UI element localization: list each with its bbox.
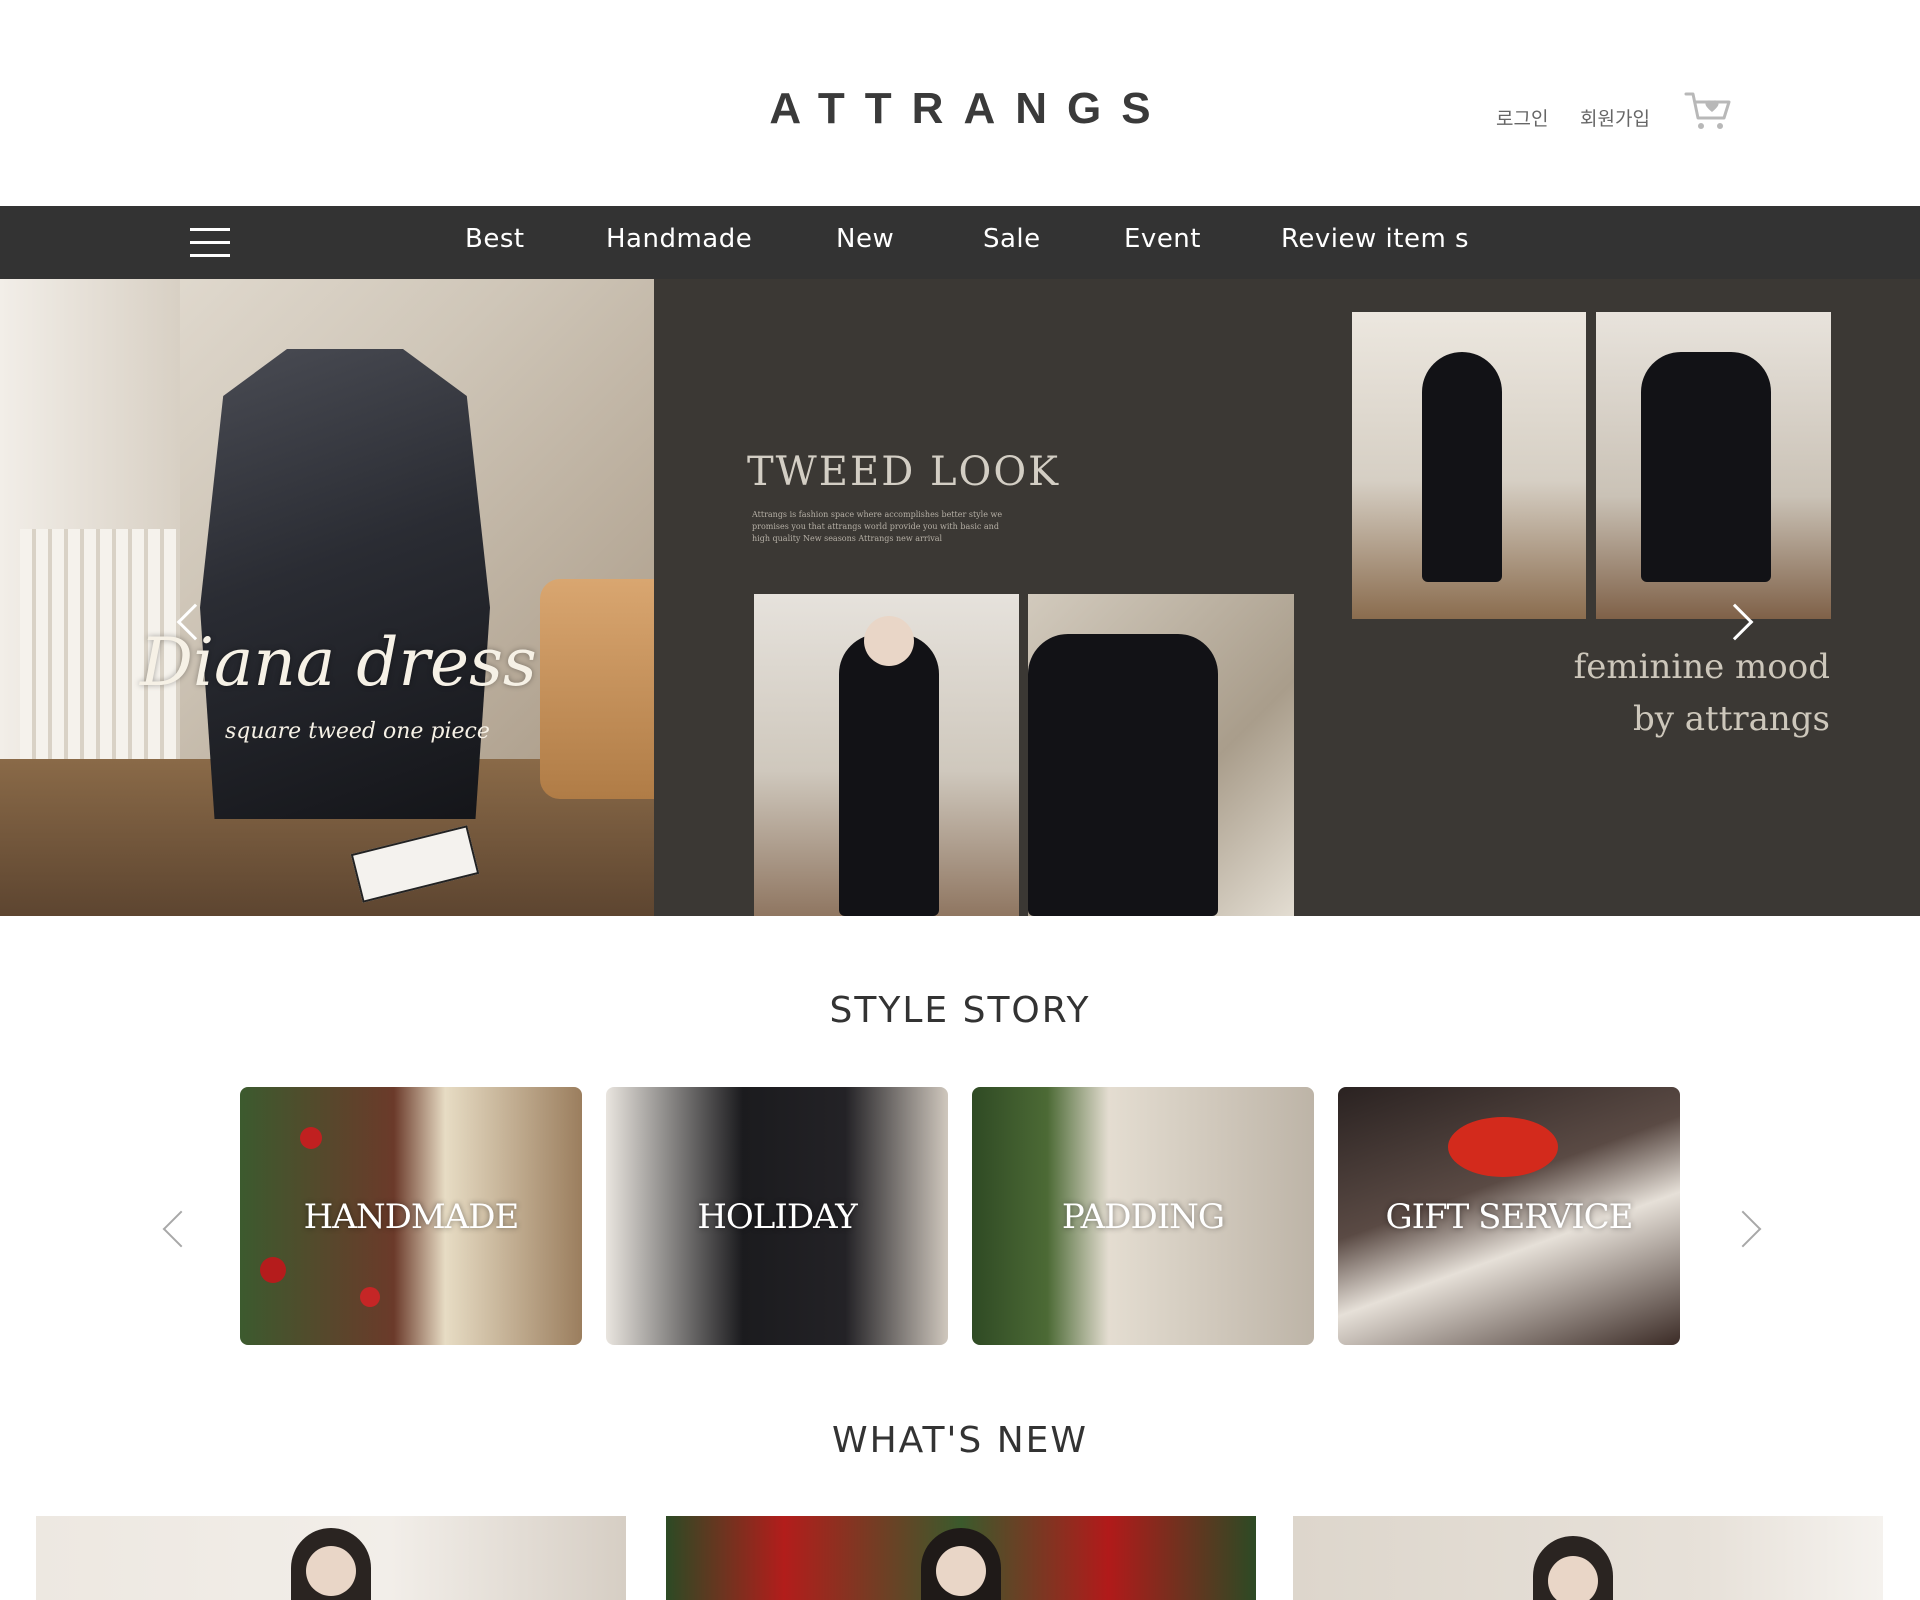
hero-photo xyxy=(1352,312,1586,619)
story-card-label: PADDING xyxy=(1061,1197,1225,1237)
hero-center-copy: Attrangs is fashion space where accompli… xyxy=(752,510,1003,543)
new-product-card[interactable] xyxy=(1293,1516,1883,1600)
story-card-handmade[interactable]: HANDMADE xyxy=(240,1087,582,1345)
nav-item-handmade[interactable]: Handmade xyxy=(606,224,752,254)
hamburger-menu-icon[interactable] xyxy=(190,228,230,258)
story-card-padding[interactable]: PADDING xyxy=(972,1087,1314,1345)
hero-left-subtitle: square tweed one piece xyxy=(225,719,490,744)
nav-item-event[interactable]: Event xyxy=(1124,224,1201,254)
login-link[interactable]: 로그인 xyxy=(1496,104,1548,131)
nav-item-sale[interactable]: Sale xyxy=(983,224,1041,254)
story-card-holiday[interactable]: HOLIDAY xyxy=(606,1087,948,1345)
story-card-label: HOLIDAY xyxy=(697,1197,857,1237)
hero-photo xyxy=(1028,594,1294,916)
hero-center-title: TWEED LOOK xyxy=(747,449,1061,495)
hero-right-text: feminine mood by attrangs xyxy=(1560,641,1830,745)
whats-new-title: WHAT'S NEW xyxy=(832,1420,1088,1461)
new-product-card[interactable] xyxy=(36,1516,626,1600)
hero-diana-photo xyxy=(0,279,654,916)
story-card-gift-service[interactable]: GIFT SERVICE xyxy=(1338,1087,1680,1345)
join-link[interactable]: 회원가입 xyxy=(1580,104,1650,131)
nav-item-review-items[interactable]: Review item s xyxy=(1281,224,1469,254)
site-header: ATTRANGS 로그인 회원가입 xyxy=(0,0,1920,206)
nav-item-new[interactable]: New xyxy=(836,224,894,254)
hero-right-text-line: feminine mood xyxy=(1573,647,1830,687)
dress-image xyxy=(200,349,490,819)
hero-photo xyxy=(754,594,1019,916)
hero-right-text-line: by attrangs xyxy=(1632,699,1830,739)
style-story-title: STYLE STORY xyxy=(829,990,1091,1031)
hero-photo xyxy=(1596,312,1831,619)
chevron-left-icon[interactable] xyxy=(162,1210,200,1248)
nav-item-best[interactable]: Best xyxy=(465,224,525,254)
chevron-right-icon[interactable] xyxy=(1724,1210,1762,1248)
story-card-label: GIFT SERVICE xyxy=(1385,1197,1634,1237)
new-product-card[interactable] xyxy=(666,1516,1256,1600)
story-card-label: HANDMADE xyxy=(303,1197,520,1237)
cart-heart-icon[interactable] xyxy=(1684,90,1732,132)
hero-banner[interactable]: Diana dress square tweed one piece TWEED… xyxy=(0,279,1920,916)
main-nav: Best Handmade New Sale Event Review item… xyxy=(0,206,1920,279)
